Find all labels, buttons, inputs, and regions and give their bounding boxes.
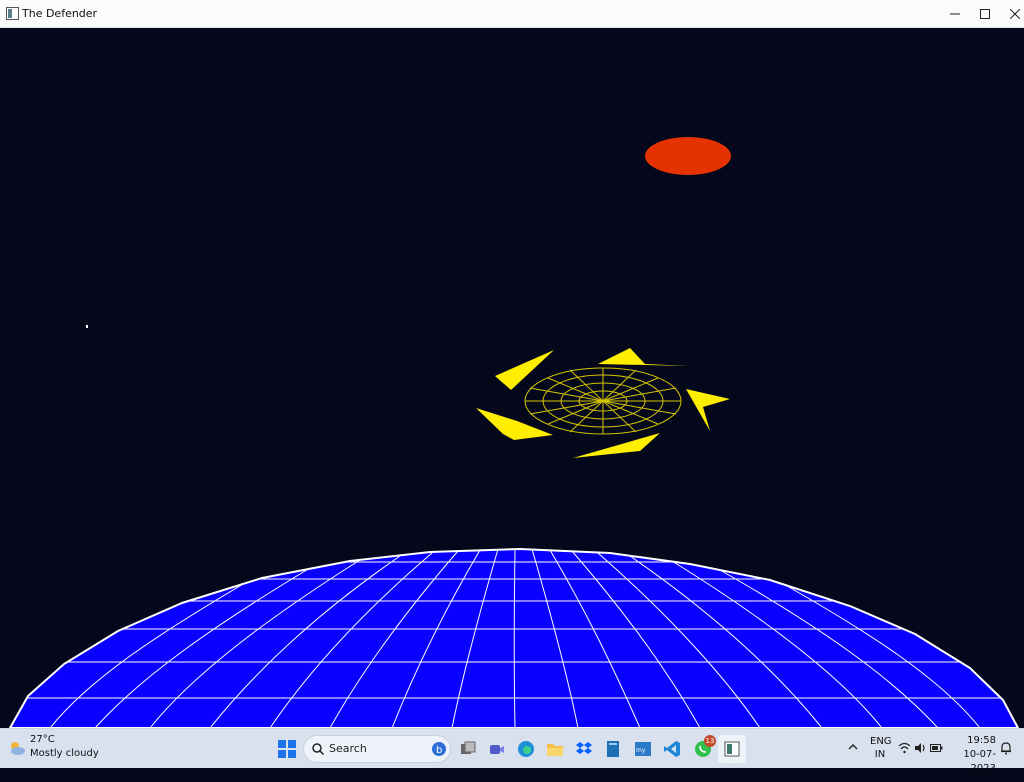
clock[interactable]: 19:58 10-07-2023	[950, 734, 996, 774]
dropbox-icon	[576, 742, 592, 754]
minimize-button[interactable]	[940, 0, 970, 28]
svg-text:my: my	[636, 747, 646, 754]
volume-icon	[915, 743, 925, 753]
close-icon	[1010, 9, 1020, 19]
mysql-button[interactable]: my	[629, 735, 657, 763]
task-view-icon	[461, 741, 476, 754]
weather-widget[interactable]: 27°C Mostly cloudy	[8, 734, 118, 764]
meet-icon	[490, 745, 504, 754]
star	[86, 325, 88, 328]
language-code: ENG	[870, 736, 892, 747]
notifications-button[interactable]	[1000, 741, 1012, 781]
region-code: IN	[874, 749, 886, 760]
language-indicator[interactable]: ENG IN	[870, 735, 892, 775]
notes-button[interactable]	[599, 735, 627, 763]
file-explorer-icon	[547, 744, 563, 756]
clock-date: 10-07-2023	[963, 749, 996, 774]
notes-icon	[607, 741, 619, 757]
notification-badge: 13	[704, 735, 716, 747]
meet-button[interactable]	[483, 735, 511, 763]
minimize-icon	[950, 13, 960, 15]
battery-icon	[930, 744, 943, 752]
maximize-icon	[980, 9, 990, 19]
maximize-button[interactable]	[970, 0, 1000, 28]
bell-icon	[1001, 742, 1011, 755]
quick-settings-button[interactable]	[898, 742, 943, 782]
taskbar: 27°C Mostly cloudy Search b my 13 ENG IN…	[0, 728, 1024, 774]
edge-icon	[518, 741, 534, 757]
whatsapp-button[interactable]: 13	[689, 735, 717, 763]
start-button[interactable]	[273, 735, 301, 763]
start-icon	[278, 740, 296, 758]
running-app-icon	[724, 741, 740, 757]
show-hidden-icons-button[interactable]	[847, 741, 859, 781]
title-bar[interactable]: The Defender	[0, 0, 1024, 28]
svg-text:b: b	[436, 745, 442, 756]
close-button[interactable]	[1000, 0, 1024, 28]
red-sun	[645, 137, 731, 175]
search-icon	[312, 743, 324, 755]
running-app-button[interactable]	[718, 735, 746, 763]
game-canvas[interactable]	[0, 28, 1024, 728]
clock-time: 19:58	[967, 735, 996, 746]
mysql-icon: my	[635, 742, 651, 756]
edge-button[interactable]	[512, 735, 540, 763]
enemy-ship[interactable]	[476, 348, 730, 458]
enemy-core-wireframe	[524, 367, 682, 435]
cloudy-weather-icon	[11, 742, 25, 755]
task-view-button[interactable]	[454, 735, 482, 763]
wifi-icon	[898, 742, 911, 754]
app-icon	[6, 7, 19, 20]
search-placeholder: Search	[329, 742, 367, 755]
vscode-icon	[664, 741, 680, 757]
game-window: The Defender	[0, 0, 1024, 728]
file-explorer-button[interactable]	[541, 735, 569, 763]
planet-globe	[8, 547, 1020, 728]
weather-temperature: 27°C	[30, 734, 55, 745]
window-title: The Defender	[22, 7, 98, 20]
bing-icon: b	[432, 742, 446, 756]
vscode-button[interactable]	[658, 735, 686, 763]
dropbox-button[interactable]	[570, 735, 598, 763]
weather-condition: Mostly cloudy	[30, 748, 99, 759]
chevron-up-icon	[848, 744, 858, 750]
search-box[interactable]: Search b	[303, 735, 451, 763]
